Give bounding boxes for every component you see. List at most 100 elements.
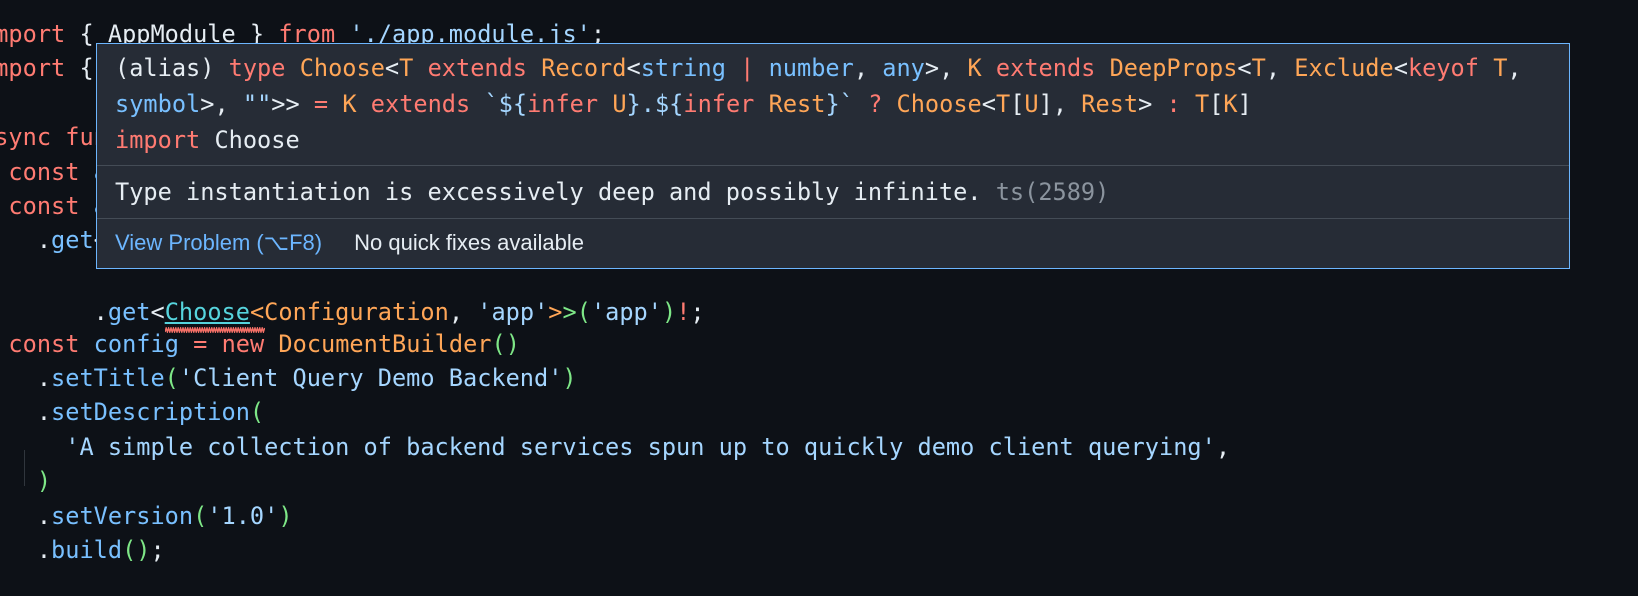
signature-token: | [740,54,755,82]
signature-token: Choose [896,90,982,118]
signature-token: [ [1209,90,1224,118]
no-quick-fixes-label: No quick fixes available [354,230,585,255]
signature-token [982,54,996,82]
signature-token [527,54,541,82]
signature-token: < [384,54,400,82]
code-token: ( [249,398,265,427]
signature-token: K [967,54,982,82]
signature-token [754,54,768,82]
signature-token: >, [200,90,243,118]
code-token: ) [278,501,293,530]
choose-identifier[interactable]: Choose [165,298,250,326]
error-code: ts(2589) [995,178,1110,206]
code-token: () [122,536,151,564]
code-token: DocumentBuilder [278,329,492,358]
code-token: ( [576,298,591,326]
signature-token [598,90,612,118]
signature-token: infer [527,90,599,118]
signature-token: , [853,54,883,82]
hover-actions: View Problem (⌥F8) No quick fixes availab… [97,219,1569,267]
code-line[interactable]: .setTitle('Client Query Demo Backend') [0,360,577,396]
code-line[interactable]: async fun [0,119,108,155]
code-line[interactable]: .setVersion('1.0') [0,498,293,534]
code-token: import [0,20,66,48]
signature-token: < [1393,54,1408,82]
signature-token: < [626,54,641,82]
code-token: 'A simple collection of backend services… [65,432,1216,461]
signature-token: ], [1038,90,1082,118]
code-token: Configuration [264,298,449,326]
signature-token: > [1138,90,1167,118]
code-token: import [0,54,66,83]
code-line[interactable]: ) [0,463,51,499]
code-token: , [1215,432,1231,461]
code-token: build [51,536,123,564]
error-message: Type instantiation is excessively deep a… [97,166,1569,219]
signature-token: "" [242,90,272,118]
code-token: . [36,398,52,427]
signature-token: }.${ [626,90,684,118]
signature-token: T [1493,54,1508,82]
signature-token [726,54,740,82]
signature-token: Choose [299,54,385,82]
signature-token [328,90,342,118]
code-line[interactable]: .setDescription( [0,394,264,430]
signature-token: extends [370,90,471,118]
signature-token: DeepProps [1109,54,1238,82]
signature-token: [ [1010,90,1025,118]
code-line[interactable]: .build(); [0,532,165,568]
signature-token: keyof [1407,54,1479,82]
signature-token: ? [868,90,883,118]
code-line[interactable]: const a [0,188,107,224]
signature-token: `${ [484,90,528,118]
code-token: . [36,501,52,530]
signature-token: >, [924,54,968,82]
code-token: , [448,298,478,326]
signature-line: import Choose [115,122,1551,158]
code-line[interactable]: import { [0,50,108,86]
code-token: ) [661,298,677,326]
view-problem-link[interactable]: View Problem (⌥F8) [115,230,322,255]
signature-token [357,90,371,118]
signature-token: extends [427,54,528,82]
signature-token: }` [825,90,854,118]
code-token: const [8,157,80,186]
signature-line: (alias) type Choose<T extends Record<str… [115,50,1551,86]
signature-token: K [1223,90,1238,118]
code-token: setDescription [51,398,250,427]
signature-token: >> [271,90,314,118]
signature-token: any [882,54,925,82]
code-token: async [0,123,52,152]
signature-token: , [1265,54,1295,82]
hover-tooltip[interactable]: (alias) type Choose<T extends Record<str… [96,43,1570,269]
signature-token [413,54,427,82]
code-token: ( [193,501,208,530]
signature-token: < [981,90,996,118]
signature-token [1479,54,1493,82]
signature-token [1095,54,1109,82]
error-squiggle [165,327,265,333]
code-token: 'app' [590,298,662,326]
signature-token: number [768,54,854,82]
code-token: > [548,298,563,326]
code-line[interactable]: .get< [0,222,108,258]
indent-guide [24,450,25,486]
code-line[interactable]: 'A simple collection of backend services… [0,429,1230,465]
code-token: ; [690,298,705,326]
code-line[interactable]: const a [0,154,107,190]
error-range[interactable]: Choose<Configuration, 'app'> [164,294,563,333]
code-token: . [36,298,108,326]
code-token: setVersion [51,501,194,530]
signature-token [882,90,896,118]
signature-token: Record [541,54,627,82]
signature-token: = [313,90,329,118]
type-signature: (alias) type Choose<T extends Record<str… [97,44,1569,166]
signature-token: extends [995,54,1096,82]
code-token: get [107,298,151,326]
